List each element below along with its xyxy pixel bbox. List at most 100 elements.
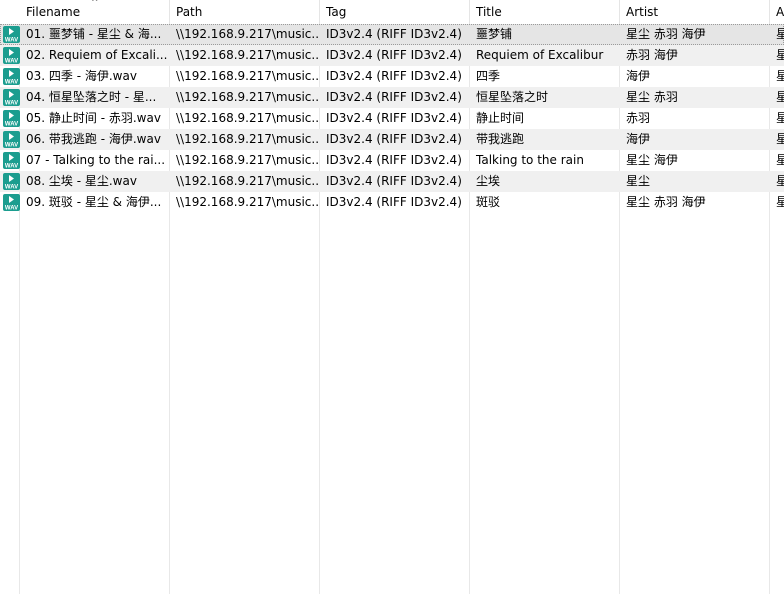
table-row[interactable]: WAV 07 - Talking to the rai... \\192.168.9… (0, 150, 784, 171)
table-row[interactable]: WAV 08. 尘埃 - 星尘.wav \\192.168.9.217\music.… (0, 171, 784, 192)
filename-cell: 05. 静止时间 - 赤羽.wav (26, 111, 161, 125)
title-cell: 斑驳 (476, 195, 501, 209)
path-cell: \\192.168.9.217\music... (176, 195, 319, 209)
column-header-label: Title (476, 5, 502, 19)
column-resize-handle[interactable] (169, 0, 170, 24)
column-header-tag[interactable]: Tag (320, 0, 469, 24)
filename-cell: 08. 尘埃 - 星尘.wav (26, 174, 137, 188)
svg-text:WAV: WAV (5, 122, 18, 128)
svg-text:WAV: WAV (5, 143, 18, 149)
column-resize-handle[interactable] (319, 0, 320, 24)
tag-cell: ID3v2.4 (RIFF ID3v2.4) (326, 174, 462, 188)
filename-cell: 07 - Talking to the rai... (26, 153, 166, 167)
title-cell: 恒星坠落之时 (476, 90, 549, 104)
album-cell: 星 (776, 69, 784, 83)
path-cell: \\192.168.9.217\music... (176, 90, 319, 104)
table-row[interactable]: WAV 09. 斑驳 - 星尘 & 海伊... \\192.168.9.217\mu… (0, 192, 784, 213)
tag-cell: ID3v2.4 (RIFF ID3v2.4) (326, 153, 462, 167)
column-resize-handle[interactable] (469, 0, 470, 24)
column-header-label: Filename (26, 5, 81, 19)
svg-text:WAV: WAV (5, 101, 18, 107)
svg-text:WAV: WAV (5, 185, 18, 191)
wav-file-icon: WAV (3, 26, 20, 43)
table-row[interactable]: WAV 01. 噩梦铺 - 星尘 & 海... \\192.168.9.217\mu… (0, 24, 784, 45)
album-cell: 星 (776, 48, 784, 62)
title-cell: 噩梦铺 (476, 27, 513, 41)
path-cell: \\192.168.9.217\music... (176, 27, 319, 41)
svg-text:WAV: WAV (5, 206, 18, 212)
table-row[interactable]: WAV 04. 恒星坠落之时 - 星... \\192.168.9.217\musi… (0, 87, 784, 108)
filename-cell: 01. 噩梦铺 - 星尘 & 海... (26, 27, 162, 41)
column-header-album[interactable]: A (770, 0, 784, 24)
artist-cell: 星尘 赤羽 海伊 (626, 27, 706, 41)
artist-cell: 赤羽 (626, 111, 651, 125)
svg-text:WAV: WAV (5, 80, 18, 86)
svg-text:WAV: WAV (5, 38, 18, 44)
column-header-label: Path (176, 5, 203, 19)
svg-text:WAV: WAV (5, 164, 18, 170)
filename-cell: 04. 恒星坠落之时 - 星... (26, 90, 157, 104)
album-cell: 星 (776, 174, 784, 188)
title-cell: 四季 (476, 69, 501, 83)
table-row[interactable]: WAV 05. 静止时间 - 赤羽.wav \\192.168.9.217\musi… (0, 108, 784, 129)
sort-ascending-icon: ^ (91, 0, 99, 8)
column-resize-handle[interactable] (769, 0, 770, 24)
tag-cell: ID3v2.4 (RIFF ID3v2.4) (326, 48, 462, 62)
artist-cell: 赤羽 海伊 (626, 48, 678, 62)
wav-file-icon: WAV (3, 47, 20, 64)
column-resize-handle[interactable] (619, 0, 620, 24)
tag-cell: ID3v2.4 (RIFF ID3v2.4) (326, 111, 462, 125)
artist-cell: 海伊 (626, 132, 651, 146)
title-cell: Talking to the rain (476, 153, 584, 167)
filename-cell: 09. 斑驳 - 星尘 & 海伊... (26, 195, 162, 209)
artist-cell: 星尘 (626, 174, 651, 188)
path-cell: \\192.168.9.217\music... (176, 48, 319, 62)
album-cell: 星 (776, 111, 784, 125)
column-header-title[interactable]: Title (470, 0, 619, 24)
wav-file-icon: WAV (3, 194, 20, 211)
album-cell: 星 (776, 153, 784, 167)
column-header-label: Artist (626, 5, 659, 19)
tag-cell: ID3v2.4 (RIFF ID3v2.4) (326, 132, 462, 146)
path-cell: \\192.168.9.217\music... (176, 174, 319, 188)
wav-file-icon: WAV (3, 89, 20, 106)
wav-file-icon: WAV (3, 110, 20, 127)
filename-cell: 02. Requiem of Excali... (26, 48, 168, 62)
table-row[interactable]: WAV 02. Requiem of Excali... \\192.168.9.2… (0, 45, 784, 66)
tag-cell: ID3v2.4 (RIFF ID3v2.4) (326, 27, 462, 41)
column-header-label: A (776, 5, 784, 19)
tag-cell: ID3v2.4 (RIFF ID3v2.4) (326, 90, 462, 104)
artist-cell: 星尘 海伊 (626, 153, 678, 167)
wav-file-icon: WAV (3, 68, 20, 85)
filename-cell: 06. 带我逃跑 - 海伊.wav (26, 132, 161, 146)
path-cell: \\192.168.9.217\music... (176, 69, 319, 83)
tag-cell: ID3v2.4 (RIFF ID3v2.4) (326, 195, 462, 209)
artist-cell: 星尘 赤羽 海伊 (626, 195, 706, 209)
path-cell: \\192.168.9.217\music... (176, 132, 319, 146)
svg-text:WAV: WAV (5, 59, 18, 65)
tag-cell: ID3v2.4 (RIFF ID3v2.4) (326, 69, 462, 83)
album-cell: 星 (776, 90, 784, 104)
artist-cell: 海伊 (626, 69, 651, 83)
wav-file-icon: WAV (3, 131, 20, 148)
column-header-label: Tag (326, 5, 347, 19)
album-cell: 星 (776, 195, 784, 209)
album-cell: 星 (776, 132, 784, 146)
table-row[interactable]: WAV 03. 四季 - 海伊.wav \\192.168.9.217\music.… (0, 66, 784, 87)
path-cell: \\192.168.9.217\music... (176, 111, 319, 125)
title-cell: Requiem of Excalibur (476, 48, 604, 62)
column-header-path[interactable]: Path (170, 0, 319, 24)
table-row[interactable]: WAV 06. 带我逃跑 - 海伊.wav \\192.168.9.217\musi… (0, 129, 784, 150)
file-list-grid[interactable]: Filename ^ Path Tag Title Artist A WAV 01… (0, 0, 784, 594)
title-cell: 静止时间 (476, 111, 525, 125)
title-cell: 尘埃 (476, 174, 501, 188)
wav-file-icon: WAV (3, 152, 20, 169)
wav-file-icon: WAV (3, 173, 20, 190)
column-header-artist[interactable]: Artist (620, 0, 769, 24)
artist-cell: 星尘 赤羽 (626, 90, 678, 104)
filename-cell: 03. 四季 - 海伊.wav (26, 69, 137, 83)
path-cell: \\192.168.9.217\music... (176, 153, 319, 167)
column-header-row: Filename ^ Path Tag Title Artist A (0, 0, 784, 25)
title-cell: 带我逃跑 (476, 132, 525, 146)
album-cell: 星 (776, 27, 784, 41)
